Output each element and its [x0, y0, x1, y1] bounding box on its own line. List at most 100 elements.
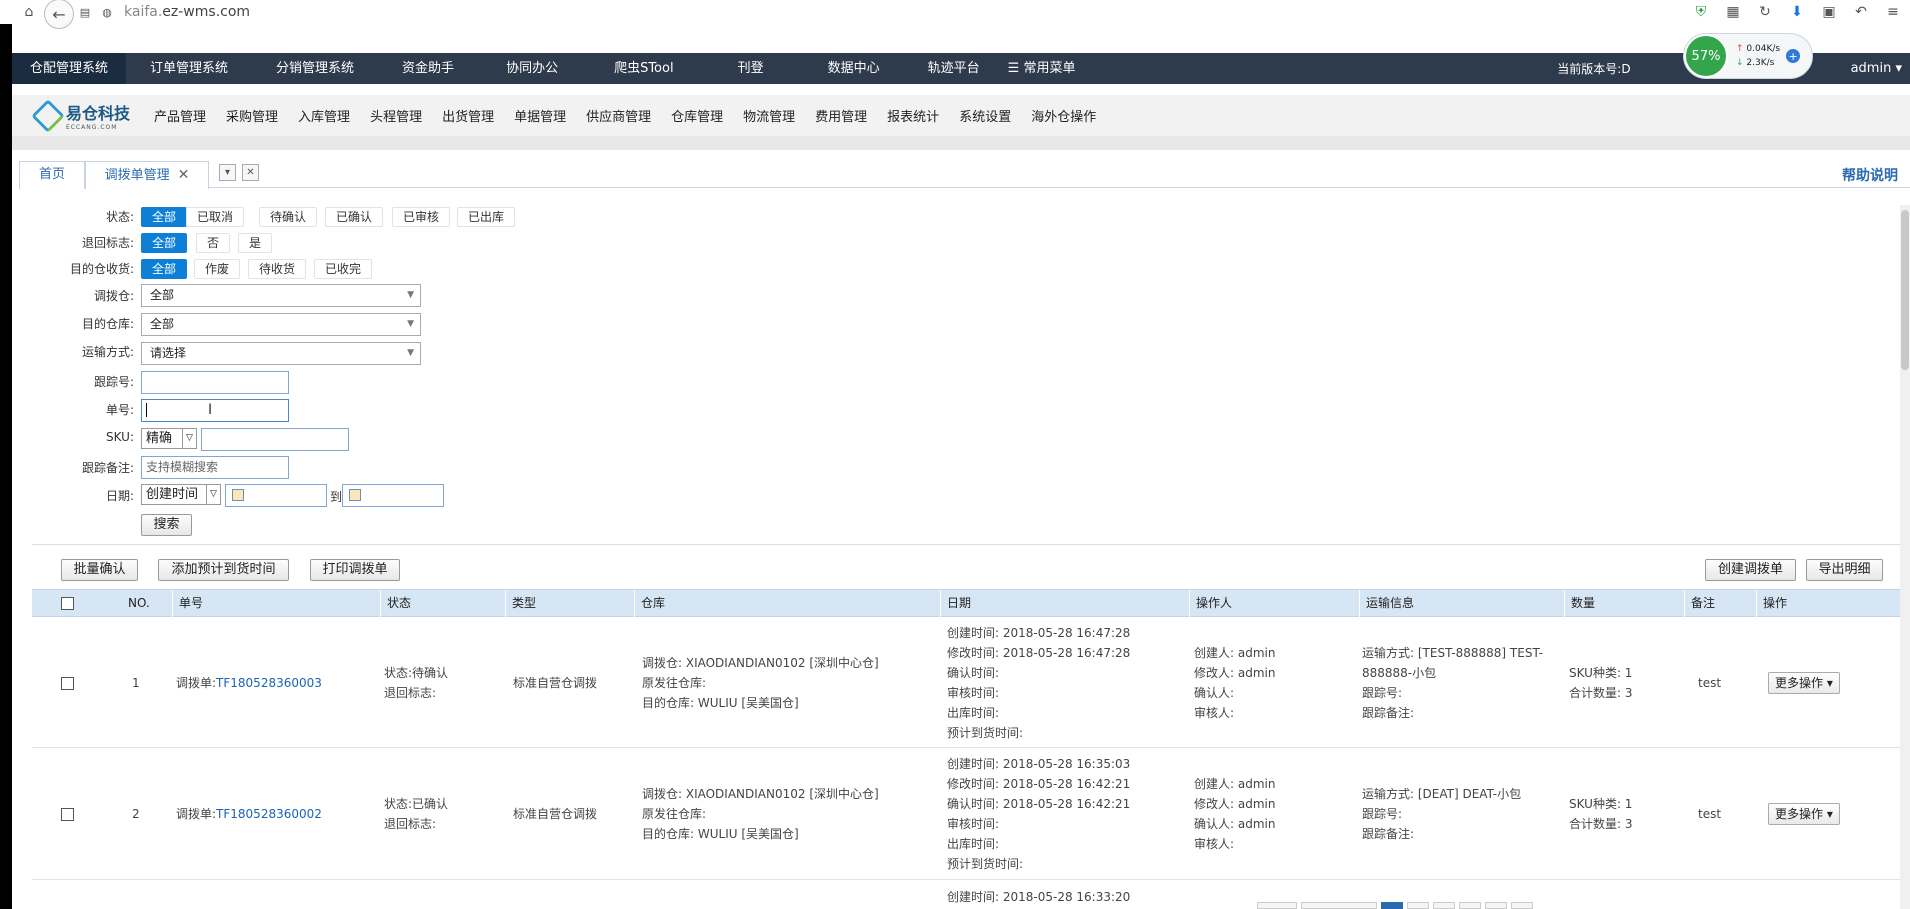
- topnav-item-distribution[interactable]: 分销管理系统: [252, 53, 378, 84]
- download-speed: 2.3K/s: [1746, 58, 1775, 68]
- calendar-icon[interactable]: [232, 489, 244, 501]
- window-icon[interactable]: ▣: [1818, 1, 1840, 23]
- order-link[interactable]: TF180528360002: [216, 807, 322, 821]
- create-transfer-button[interactable]: 创建调拨单: [1705, 559, 1796, 581]
- network-speed-widget[interactable]: 57% ↑ 0.04K/s ↓ 2.3K/s +: [1683, 33, 1813, 79]
- pager-slot[interactable]: [1407, 902, 1429, 909]
- date-from-input[interactable]: [225, 484, 327, 507]
- home-icon[interactable]: ⌂: [18, 1, 40, 23]
- refresh-icon[interactable]: ↻: [1754, 1, 1776, 23]
- menu-icon[interactable]: ≡: [1882, 1, 1904, 23]
- sku-match-value: 精确: [146, 431, 173, 446]
- shipping-cell: 运输方式: [DEAT] DEAT-小包 跟踪号: 跟踪备注:: [1362, 784, 1521, 844]
- qr-icon[interactable]: ▦: [1722, 1, 1744, 23]
- date-to-input[interactable]: [342, 484, 444, 507]
- subnav-item-product[interactable]: 产品管理: [144, 106, 216, 125]
- row-checkbox[interactable]: [61, 808, 74, 821]
- receive-all-chip[interactable]: 全部: [141, 259, 188, 279]
- topnav-item-finance[interactable]: 资金助手: [378, 53, 478, 84]
- subnav-item-inbound[interactable]: 入库管理: [288, 106, 360, 125]
- pager-slot[interactable]: [1257, 902, 1297, 909]
- close-icon[interactable]: ✕: [178, 167, 190, 183]
- tracking-input[interactable]: [141, 371, 289, 394]
- status-shipped-chip[interactable]: 已出库: [457, 207, 516, 227]
- date-eta: 预计到货时间:: [947, 857, 1024, 871]
- subnav-item-firstleg[interactable]: 头程管理: [360, 106, 432, 125]
- more-actions-button[interactable]: 更多操作 ▾: [1768, 672, 1840, 694]
- return-yes-chip[interactable]: 是: [238, 233, 273, 253]
- pager-slot[interactable]: [1485, 902, 1507, 909]
- subnav-item-purchase[interactable]: 采购管理: [216, 106, 288, 125]
- subnav-item-documents[interactable]: 单据管理: [504, 106, 576, 125]
- order-link[interactable]: TF180528360003: [216, 676, 322, 690]
- sku-match-select[interactable]: 精确 ▽: [141, 428, 197, 449]
- receive-done-chip[interactable]: 已收完: [314, 259, 373, 279]
- calendar-icon[interactable]: [349, 489, 361, 501]
- subnav-item-fees[interactable]: 费用管理: [805, 106, 877, 125]
- user-menu[interactable]: admin ▾: [1821, 61, 1910, 76]
- date-type-select[interactable]: 创建时间 ▽: [141, 484, 221, 505]
- plus-icon[interactable]: +: [1786, 49, 1801, 63]
- download-icon[interactable]: ⬇: [1786, 1, 1808, 23]
- select-all-checkbox[interactable]: [61, 597, 74, 610]
- to-warehouse-select[interactable]: 全部 ▼: [141, 313, 421, 336]
- shipping-select[interactable]: 请选择 ▼: [141, 342, 421, 365]
- export-details-button[interactable]: 导出明细: [1806, 559, 1883, 581]
- qty-total: 合计数量: 3: [1569, 817, 1633, 831]
- subnav-item-logistics[interactable]: 物流管理: [733, 106, 805, 125]
- back-icon[interactable]: ←: [44, 0, 74, 29]
- topnav-item-publish[interactable]: 刊登: [702, 53, 800, 84]
- col-quantity: 数量: [1564, 590, 1684, 618]
- track-note-input[interactable]: 支持模糊搜索: [141, 456, 289, 479]
- receive-void-chip[interactable]: 作废: [194, 259, 241, 279]
- topnav-item-track[interactable]: 轨迹平台: [908, 53, 1000, 84]
- pager-slot[interactable]: [1381, 902, 1403, 909]
- subnav-item-reports[interactable]: 报表统计: [877, 106, 949, 125]
- sku-input[interactable]: [201, 428, 349, 451]
- row-checkbox[interactable]: [61, 677, 74, 690]
- status-confirmed-chip[interactable]: 已确认: [325, 207, 384, 227]
- tab-home[interactable]: 首页: [19, 161, 85, 189]
- pager-slot[interactable]: [1301, 902, 1377, 909]
- add-eta-button[interactable]: 添加预计到货时间: [158, 559, 289, 581]
- subnav-item-overseas[interactable]: 海外仓操作: [1021, 106, 1106, 125]
- tab-close-all-icon[interactable]: ✕: [242, 164, 259, 181]
- status-all-chip[interactable]: 全部: [141, 207, 188, 227]
- subnav-item-supplier[interactable]: 供应商管理: [576, 106, 661, 125]
- print-transfer-button[interactable]: 打印调拨单: [310, 559, 400, 581]
- pager-slot[interactable]: [1511, 902, 1533, 909]
- from-warehouse-select[interactable]: 全部 ▼: [141, 284, 421, 307]
- scrollbar-thumb[interactable]: [1901, 210, 1909, 370]
- tab-dropdown-icon[interactable]: ▾: [219, 164, 236, 181]
- topnav-item-data[interactable]: 数据中心: [800, 53, 908, 84]
- subnav-item-warehouse[interactable]: 仓库管理: [661, 106, 733, 125]
- return-all-chip[interactable]: 全部: [141, 233, 188, 253]
- help-link[interactable]: 帮助说明: [1842, 165, 1898, 185]
- receive-label: 目的仓收货:: [69, 262, 134, 276]
- status-pending-chip[interactable]: 待确认: [259, 207, 318, 227]
- order-no-input[interactable]: [141, 399, 289, 422]
- topnav-item-order[interactable]: 订单管理系统: [126, 53, 252, 84]
- search-button[interactable]: 搜索: [141, 514, 192, 536]
- return-no-chip[interactable]: 否: [196, 233, 231, 253]
- op-audited: 审核人:: [1194, 837, 1235, 851]
- topnav-item-crawler[interactable]: 爬虫STool: [586, 53, 702, 84]
- subnav-item-settings[interactable]: 系统设置: [949, 106, 1021, 125]
- more-actions-button[interactable]: 更多操作 ▾: [1768, 803, 1840, 825]
- pagination[interactable]: [1257, 902, 1907, 909]
- topnav-item-warehouse[interactable]: 仓配管理系统: [12, 53, 127, 84]
- batch-confirm-button[interactable]: 批量确认: [61, 559, 138, 581]
- address-bar[interactable]: kaifa.ez-wms.com: [124, 4, 250, 20]
- tab-transfer-management[interactable]: 调拨单管理 ✕: [85, 161, 209, 189]
- topnav-item-common-menu[interactable]: ☰ 常用菜单: [1000, 53, 1084, 84]
- receive-pending-chip[interactable]: 待收货: [248, 259, 307, 279]
- topnav-item-office[interactable]: 协同办公: [478, 53, 586, 84]
- shield-icon[interactable]: ⛨: [1690, 1, 1712, 23]
- pager-slot[interactable]: [1459, 902, 1481, 909]
- subnav-item-outbound[interactable]: 出货管理: [432, 106, 504, 125]
- from-warehouse-label: 调拨仓:: [93, 289, 134, 303]
- undo-icon[interactable]: ↶: [1850, 1, 1872, 23]
- pager-slot[interactable]: [1433, 902, 1455, 909]
- status-audited-chip[interactable]: 已审核: [392, 207, 451, 227]
- status-cancelled-chip[interactable]: 已取消: [186, 207, 245, 227]
